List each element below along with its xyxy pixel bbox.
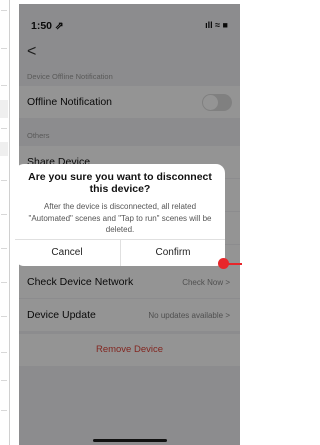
previous-screen-sliver bbox=[0, 0, 9, 445]
screenshot-root: 1:50 ⇗ ıll ≈ ■ < Device Offline Notifica… bbox=[0, 0, 246, 445]
confirm-button[interactable]: Confirm bbox=[121, 240, 225, 266]
home-indicator bbox=[93, 439, 167, 442]
annotation-pointer-dot bbox=[218, 258, 229, 269]
cancel-button[interactable]: Cancel bbox=[15, 240, 119, 266]
disconnect-dialog: Are you sure you want to disconnect this… bbox=[15, 164, 225, 266]
panel-divider bbox=[9, 0, 10, 445]
dialog-title: Are you sure you want to disconnect this… bbox=[28, 171, 212, 195]
dialog-message: After the device is disconnected, all re… bbox=[28, 202, 212, 234]
